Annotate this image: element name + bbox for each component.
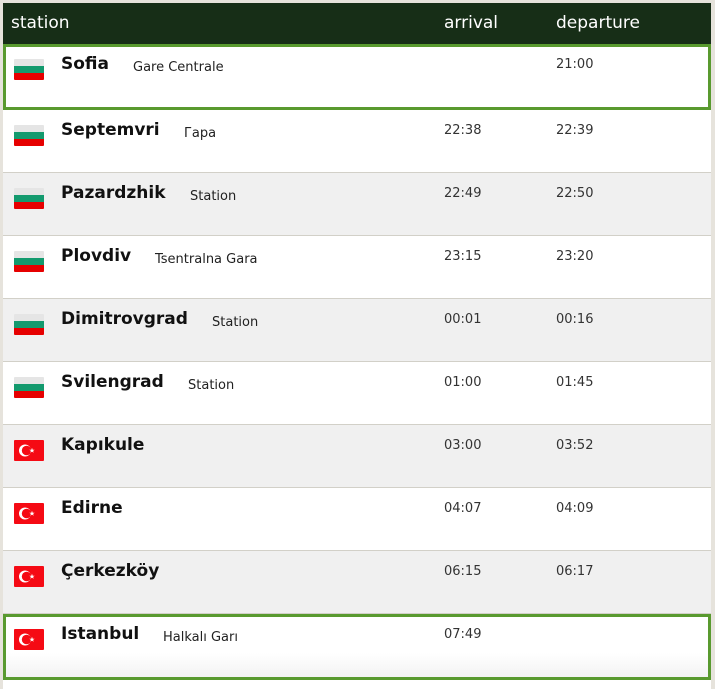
arrival-time: 00:01 <box>444 312 482 327</box>
arrival-time: 01:00 <box>444 375 482 390</box>
departure-time: 23:20 <box>556 249 594 264</box>
column-header-station: station <box>11 13 70 33</box>
departure-time: 22:39 <box>556 123 594 138</box>
table-row[interactable]: Edirne 04:07 04:09 <box>3 488 711 551</box>
station-name: Svilengrad <box>61 372 164 392</box>
bulgaria-flag-icon <box>14 125 44 146</box>
station-building: Гара <box>184 126 217 141</box>
station-name: Çerkezköy <box>61 561 160 581</box>
station-name: Plovdiv <box>61 246 132 266</box>
station-name: Kapıkule <box>61 435 145 455</box>
turkey-flag-icon <box>14 629 44 650</box>
arrival-time: 07:49 <box>444 627 482 642</box>
arrival-time: 04:07 <box>444 501 482 516</box>
station-name: Edirne <box>61 498 123 518</box>
timetable: station arrival departure Sofia Gare Cent… <box>3 3 711 689</box>
station-building: Station <box>212 315 259 330</box>
turkey-flag-icon <box>14 440 44 461</box>
table-row[interactable]: Plovdiv Tsentralna Gara 23:15 23:20 <box>3 236 711 299</box>
departure-time: 00:16 <box>556 312 594 327</box>
bulgaria-flag-icon <box>14 314 44 335</box>
departure-time: 03:52 <box>556 438 594 453</box>
turkey-flag-icon <box>14 503 44 524</box>
station-name: Istanbul <box>61 624 140 644</box>
station-name: Pazardzhik <box>61 183 166 203</box>
table-row[interactable]: Svilengrad Station 01:00 01:45 <box>3 362 711 425</box>
station-building: Tsentralna Gara <box>155 252 258 267</box>
arrival-time: 03:00 <box>444 438 482 453</box>
station-name: Dimitrovgrad <box>61 309 188 329</box>
bulgaria-flag-icon <box>14 377 44 398</box>
station-building: Gare Centrale <box>133 60 224 75</box>
table-row[interactable]: Çerkezköy 06:15 06:17 <box>3 551 711 614</box>
table-row[interactable]: Dimitrovgrad Station 00:01 00:16 <box>3 299 711 362</box>
station-building: Station <box>188 378 235 393</box>
table-row[interactable]: Septemvri Гара 22:38 22:39 <box>3 110 711 173</box>
departure-time: 04:09 <box>556 501 594 516</box>
arrival-time: 06:15 <box>444 564 482 579</box>
departure-time: 22:50 <box>556 186 594 201</box>
table-row[interactable]: Istanbul Halkalı Garı 07:49 <box>3 614 711 680</box>
arrival-time: 23:15 <box>444 249 482 264</box>
arrival-time: 22:49 <box>444 186 482 201</box>
departure-time: 06:17 <box>556 564 594 579</box>
bulgaria-flag-icon <box>14 59 44 80</box>
table-header: station arrival departure <box>3 3 711 44</box>
station-name: Septemvri <box>61 120 160 140</box>
station-building: Halkalı Garı <box>163 630 238 645</box>
departure-time: 21:00 <box>556 57 594 72</box>
table-row[interactable]: Pazardzhik Station 22:49 22:50 <box>3 173 711 236</box>
table-row[interactable]: Kapıkule 03:00 03:52 <box>3 425 711 488</box>
station-name: Sofia <box>61 54 109 74</box>
column-header-departure: departure <box>556 13 640 33</box>
departure-time: 01:45 <box>556 375 594 390</box>
bulgaria-flag-icon <box>14 188 44 209</box>
bulgaria-flag-icon <box>14 251 44 272</box>
station-building: Station <box>190 189 237 204</box>
arrival-time: 22:38 <box>444 123 482 138</box>
column-header-arrival: arrival <box>444 13 499 33</box>
turkey-flag-icon <box>14 566 44 587</box>
table-body: Sofia Gare Centrale 21:00 Septemvri Гара 22:3… <box>3 44 711 680</box>
table-row[interactable]: Sofia Gare Centrale 21:00 <box>3 44 711 110</box>
